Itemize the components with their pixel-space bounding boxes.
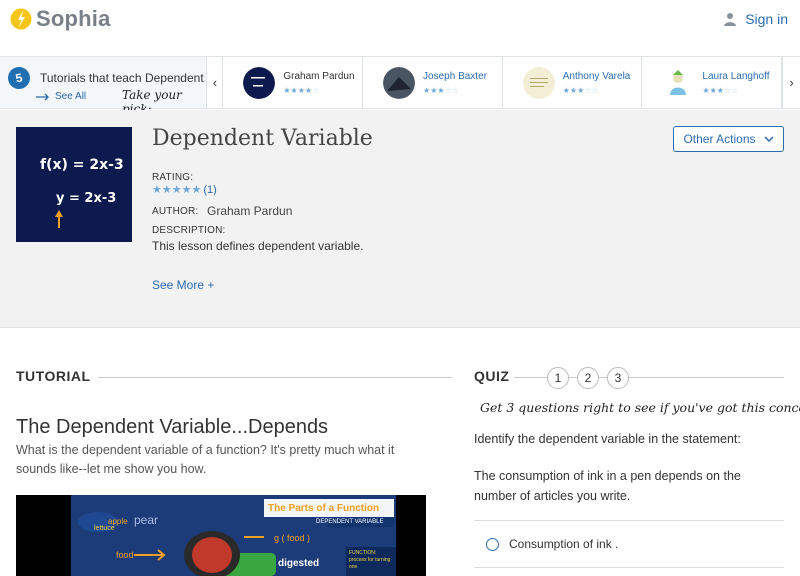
tutor-card[interactable]: Graham Pardun ★★★★☆ (223, 57, 364, 108)
prev-arrow-button[interactable]: ‹ (207, 57, 224, 108)
tutor-avatar (383, 66, 416, 99)
tutorials-strip: 5 Tutorials that teach Dependent See All… (0, 56, 800, 116)
chevron-right-icon: › (789, 75, 794, 90)
video-digested-label: digested (278, 558, 320, 569)
sophia-logo-icon (10, 8, 32, 30)
quiz-step-1[interactable]: 1 (547, 367, 569, 389)
see-all-label: See All (55, 91, 87, 102)
tutorial-divider (98, 377, 452, 378)
sophia-logo[interactable]: Sophia (10, 6, 111, 32)
tutor-card[interactable]: Joseph Baxter ★★★☆☆ (363, 57, 503, 108)
author-label: AUTHOR: (152, 206, 199, 217)
description-label: DESCRIPTION: (152, 225, 226, 236)
lesson-title: Dependent Variable (152, 126, 373, 151)
arrow-up-icon (55, 210, 63, 228)
see-all-link[interactable]: See All (36, 91, 86, 102)
sign-in-link[interactable]: Sign in (723, 11, 788, 27)
video-food-label: food (116, 550, 134, 560)
tutor-rating-stars: ★★★☆☆ (562, 86, 599, 95)
thumb-equation-1: f(x) = 2x-3 (40, 157, 124, 173)
quiz-concept-note: Get 3 questions right to see if you've g… (480, 400, 800, 415)
quiz-option-label: Consumption of ink . (509, 537, 619, 551)
sign-in-label: Sign in (745, 11, 788, 27)
tutor-rating-stars: ★★★☆☆ (702, 86, 739, 95)
quiz-heading: QUIZ (474, 368, 510, 384)
see-more-link[interactable]: See More + (152, 278, 214, 292)
other-actions-button[interactable]: Other Actions (673, 126, 784, 152)
thumb-equation-2: y = 2x-3 (56, 191, 117, 206)
rating-label: RATING: (152, 172, 194, 183)
lesson-rating[interactable]: ★★★★★ (1) (152, 183, 217, 197)
video-dependent-label: DEPENDENT VARIABLE (316, 519, 384, 525)
tutor-name: Joseph Baxter (423, 71, 487, 82)
next-arrow-button[interactable]: › (782, 57, 800, 108)
tutor-rating-stars: ★★★☆☆ (423, 86, 459, 95)
video-g-food-label: g ( food ) (274, 533, 311, 543)
chevron-left-icon: ‹ (212, 75, 218, 90)
video-parts-title: The Parts of a Function (268, 503, 380, 514)
quiz-step-3[interactable]: 3 (607, 367, 629, 389)
site-header: Sophia Sign in (0, 0, 800, 38)
arrow-right-icon (36, 93, 49, 100)
lesson-description: This lesson defines dependent variable. (152, 239, 364, 253)
tutor-avatar (522, 66, 555, 99)
tutor-avatar (243, 66, 276, 99)
tutor-rating-stars: ★★★★☆ (283, 86, 320, 95)
tutor-card[interactable]: Laura Langhoff ★★★☆☆ (642, 57, 783, 108)
star-rating-icon: ★★★★★ (152, 184, 202, 196)
tutorial-title: The Dependent Variable...Depends (16, 416, 329, 438)
tutor-card[interactable]: Anthony Varela ★★★☆☆ (502, 57, 643, 108)
rating-count: (1) (203, 183, 217, 196)
video-function-note: FUNCTION: process for turning one (349, 550, 391, 570)
brand-name: Sophia (36, 6, 111, 31)
quiz-prompt: Identify the dependent variable in the s… (474, 432, 741, 446)
video-pear-label: pear (134, 513, 159, 527)
lesson-thumbnail: f(x) = 2x-3 y = 2x-3 (16, 127, 132, 242)
tutorial-description: What is the dependent variable of a func… (16, 443, 395, 476)
quiz-statement: The consumption of ink in a pen depends … (474, 469, 741, 503)
tutorials-heading: Tutorials that teach Dependent (40, 71, 204, 85)
chevron-down-icon (763, 136, 774, 142)
other-actions-label: Other Actions (683, 132, 756, 146)
tutor-name: Anthony Varela (562, 71, 631, 82)
tutor-avatar (662, 66, 695, 99)
author-name: Graham Pardun (207, 204, 293, 218)
video-lettuce-label: lettuce (94, 525, 115, 532)
tutor-name: Graham Pardun (283, 71, 355, 82)
tutorial-video[interactable]: The Parts of a Function DEPENDENT VARIAB… (16, 495, 426, 576)
lesson-info-panel: f(x) = 2x-3 y = 2x-3 Dependent Variable … (0, 110, 800, 328)
quiz-option[interactable]: Consumption of ink . (474, 520, 784, 568)
user-icon (724, 13, 737, 26)
quiz-step-2[interactable]: 2 (577, 367, 599, 389)
tutorial-count-badge: 5 (5, 64, 33, 92)
tutorial-heading: TUTORIAL (16, 368, 91, 384)
tutorials-intro: 5 Tutorials that teach Dependent See All… (0, 57, 208, 116)
radio-button[interactable] (486, 537, 499, 551)
tutor-name: Laura Langhoff (702, 71, 770, 82)
